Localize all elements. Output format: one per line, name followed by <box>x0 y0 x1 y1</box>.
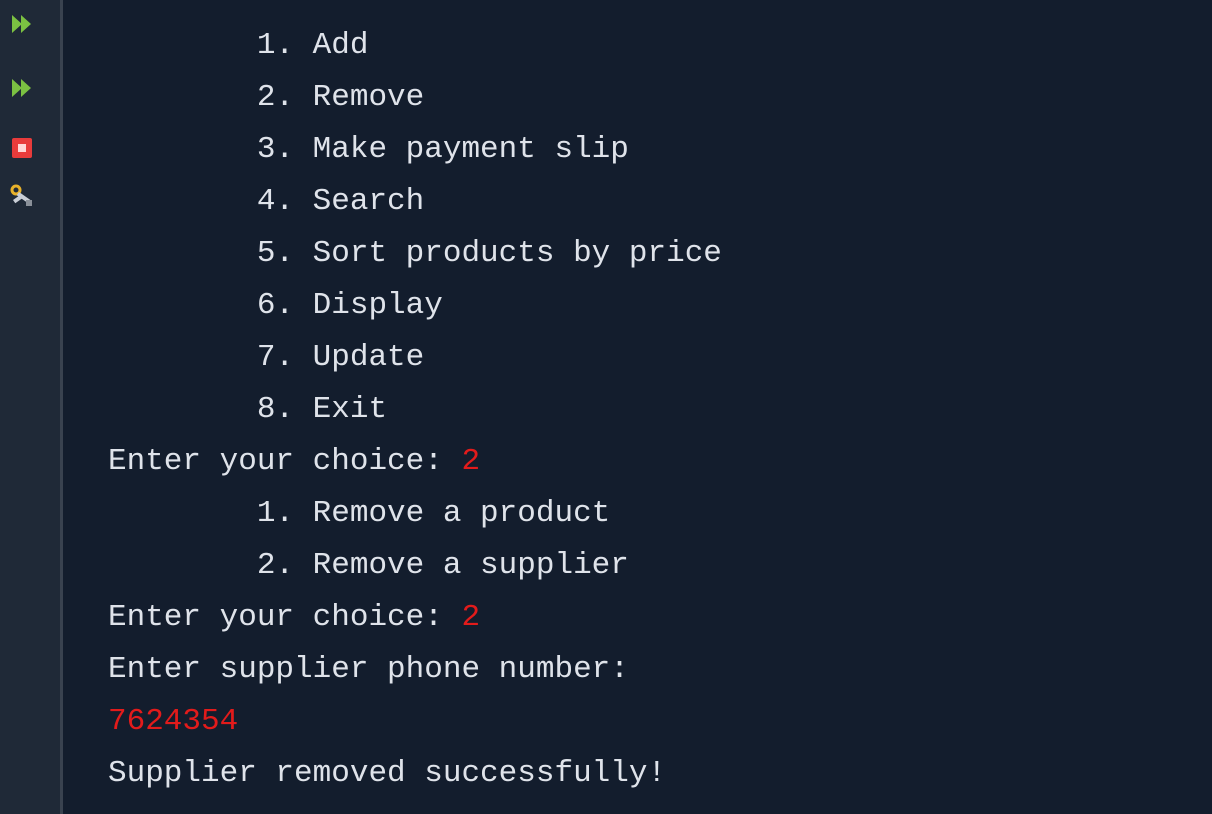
output-window: 1. Add 2. Remove 3. Make payment slip 4.… <box>0 0 1212 814</box>
console-line: Enter supplier phone number: <box>108 644 1212 696</box>
console-user-input: 2 <box>461 444 481 479</box>
console-output-text: 2. Remove <box>108 80 425 115</box>
console-output-text: Enter your choice: <box>108 600 462 635</box>
console-output-text: 4. Search <box>108 184 425 219</box>
console-line: 5. Sort products by price <box>108 228 1212 280</box>
rerun-icon[interactable] <box>10 12 34 36</box>
console-toolbar <box>0 0 63 814</box>
console-line: 4. Search <box>108 176 1212 228</box>
console-line: 1. Remove a product <box>108 488 1212 540</box>
console-output-text: 8. Exit <box>108 392 388 427</box>
console-line: 7624354 <box>108 696 1212 748</box>
console-output[interactable]: 1. Add 2. Remove 3. Make payment slip 4.… <box>108 20 1212 814</box>
console-output-text: Supplier removed successfully! <box>108 756 667 791</box>
console-output-text: 5. Sort products by price <box>108 236 722 271</box>
settings-tools-icon[interactable] <box>10 184 34 208</box>
console-user-input: 2 <box>461 600 481 635</box>
console-output-text: 3. Make payment slip <box>108 132 629 167</box>
console-line: Enter your choice: 2 <box>108 436 1212 488</box>
console-line: Enter your choice: 2 <box>108 592 1212 644</box>
console-output-text: 7. Update <box>108 340 425 375</box>
console-user-input: 7624354 <box>108 704 239 739</box>
console-line: 3. Make payment slip <box>108 124 1212 176</box>
console-output-text: 6. Display <box>108 288 443 323</box>
console-output-text: 1. Add <box>108 28 369 63</box>
rerun-icon[interactable] <box>10 76 34 100</box>
console-output-text: Enter your choice: <box>108 444 462 479</box>
console-line: Supplier removed successfully! <box>108 748 1212 800</box>
console-line: 6. Display <box>108 280 1212 332</box>
console-line: 2. Remove a supplier <box>108 540 1212 592</box>
console-line: 2. Remove <box>108 72 1212 124</box>
console-line: 7. Update <box>108 332 1212 384</box>
console-line: 1. Add <box>108 20 1212 72</box>
console-output-text: 2. Remove a supplier <box>108 548 629 583</box>
console-output-text: 1. Remove a product <box>108 496 611 531</box>
console-line: 8. Exit <box>108 384 1212 436</box>
stop-icon[interactable] <box>10 136 34 160</box>
console-output-text: Enter supplier phone number: <box>108 652 629 687</box>
